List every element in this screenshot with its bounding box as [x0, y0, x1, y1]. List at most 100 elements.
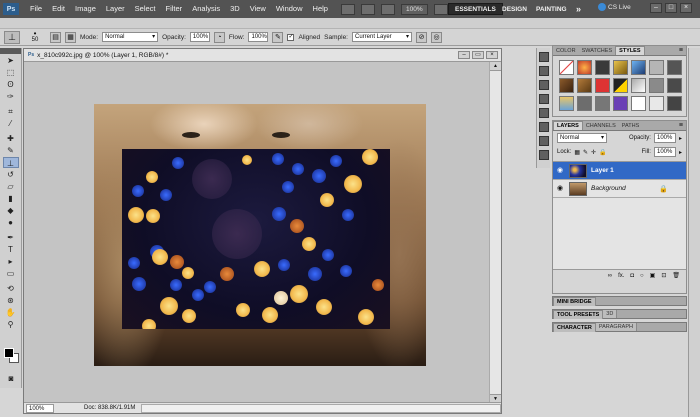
lock-all-icon[interactable]: 🔒	[599, 149, 606, 156]
history-brush-tool-icon[interactable]: ↺	[3, 169, 19, 180]
cs-live-button[interactable]: CS Live	[598, 3, 631, 11]
tab-paths[interactable]: PATHS	[619, 122, 643, 130]
eraser-tool-icon[interactable]: ▱	[3, 181, 19, 192]
marquee-tool-icon[interactable]: ⬚	[3, 67, 19, 78]
path-selection-tool-icon[interactable]: ▸	[3, 256, 19, 267]
document-size-info[interactable]: Doc: 838.8K/1.91M	[84, 405, 135, 411]
quick-selection-tool-icon[interactable]: ✑	[3, 91, 19, 102]
new-layer-icon[interactable]: ⊡	[661, 272, 666, 279]
fill-field[interactable]: 100%	[653, 147, 676, 157]
horizontal-scrollbar[interactable]	[141, 403, 501, 413]
adjustments-panel-icon[interactable]	[538, 80, 549, 90]
style-swatch[interactable]	[595, 60, 610, 75]
tab-tool-presets[interactable]: TOOL PRESETS	[553, 309, 604, 319]
blur-tool-icon[interactable]: ◆	[3, 205, 19, 216]
pen-tool-icon[interactable]: ✒	[3, 232, 19, 243]
lock-transparent-icon[interactable]: ▦	[574, 149, 580, 156]
pressure-opacity-icon[interactable]: ◔	[213, 31, 225, 43]
ignore-adjustment-layers-icon[interactable]: ⊘	[416, 31, 427, 43]
tab-swatches[interactable]: SWATCHES	[579, 47, 616, 55]
tab-color[interactable]: COLOR	[553, 47, 579, 55]
doc-minimize-icon[interactable]: –	[458, 51, 470, 59]
vertical-scrollbar[interactable]: ▲ ▼	[489, 62, 501, 403]
style-swatch[interactable]	[667, 96, 682, 111]
appbar-zoom-select[interactable]: 100%	[400, 3, 428, 15]
menu-window[interactable]: Window	[271, 0, 308, 18]
layer-opacity-field[interactable]: 100%	[653, 133, 676, 143]
layer-row-layer-1[interactable]: ◉ Layer 1	[553, 162, 686, 180]
healing-brush-tool-icon[interactable]: ✚	[3, 133, 19, 144]
lasso-tool-icon[interactable]: ʘ	[3, 79, 19, 90]
document-tab[interactable]: Ps x_810c992c.jpg @ 100% (Layer 1, RGB/8…	[24, 49, 501, 62]
dodge-tool-icon[interactable]: ●	[3, 217, 19, 228]
visibility-eye-icon[interactable]: ◉	[555, 184, 565, 194]
foreground-color-swatch[interactable]	[4, 348, 14, 358]
style-swatch[interactable]	[613, 60, 628, 75]
style-swatch[interactable]	[649, 96, 664, 111]
workspace-more-button[interactable]: »	[570, 3, 587, 15]
launch-mini-bridge-icon[interactable]	[360, 3, 375, 15]
style-swatch[interactable]	[577, 78, 592, 93]
visibility-eye-icon[interactable]: ◉	[555, 166, 565, 176]
close-icon[interactable]: ×	[680, 3, 692, 13]
style-swatch[interactable]	[631, 60, 646, 75]
history-panel-icon[interactable]	[538, 52, 549, 62]
gradient-tool-icon[interactable]: ▮	[3, 193, 19, 204]
launch-bridge-icon[interactable]	[340, 3, 355, 15]
menu-edit[interactable]: Edit	[47, 0, 70, 18]
airbrush-icon[interactable]: ✎	[272, 31, 284, 43]
info-panel-icon[interactable]	[538, 136, 549, 146]
3d-rotate-tool-icon[interactable]: ⟲	[3, 283, 19, 294]
style-swatch[interactable]	[577, 96, 592, 111]
clone-source-panel-icon[interactable]	[538, 122, 549, 132]
workspace-design-button[interactable]: DESIGN	[496, 3, 533, 15]
scroll-up-icon[interactable]: ▲	[490, 62, 501, 71]
3d-orbit-tool-icon[interactable]: ⊛	[3, 295, 19, 306]
style-swatch[interactable]	[631, 96, 646, 111]
menu-select[interactable]: Select	[130, 0, 161, 18]
style-swatch[interactable]	[613, 78, 628, 93]
quick-mask-icon[interactable]: ◙	[3, 373, 19, 384]
brush-preset-picker[interactable]: • 50	[24, 30, 46, 44]
style-swatch[interactable]	[649, 78, 664, 93]
masks-panel-icon[interactable]	[538, 94, 549, 104]
shape-tool-icon[interactable]: ▭	[3, 268, 19, 279]
style-swatch[interactable]	[667, 78, 682, 93]
menu-help[interactable]: Help	[308, 0, 333, 18]
adjustment-layer-icon[interactable]: ○	[640, 273, 644, 279]
eyedropper-tool-icon[interactable]: ⁄	[3, 118, 19, 129]
tab-layers[interactable]: LAYERS	[553, 121, 583, 130]
menu-analysis[interactable]: Analysis	[187, 0, 225, 18]
clone-source-icon[interactable]: ▦	[65, 31, 76, 43]
hand-tool-icon[interactable]	[433, 3, 448, 15]
lock-position-icon[interactable]: ✛	[591, 149, 596, 156]
brush-tool-icon[interactable]: ✎	[3, 145, 19, 156]
link-layers-icon[interactable]: ∞	[608, 273, 612, 279]
tab-mini-bridge[interactable]: MINI BRIDGE	[553, 296, 596, 306]
style-none-swatch[interactable]	[559, 60, 574, 75]
mini-bridge-panel[interactable]: MINI BRIDGE	[552, 296, 687, 306]
add-mask-icon[interactable]: ◘	[630, 273, 634, 279]
style-swatch[interactable]	[631, 78, 646, 93]
doc-restore-icon[interactable]: ▭	[472, 51, 484, 59]
style-swatch[interactable]	[577, 60, 592, 75]
tab-paragraph[interactable]: PARAGRAPH	[595, 323, 637, 331]
navigator-panel-icon[interactable]	[538, 150, 549, 160]
style-swatch[interactable]	[595, 78, 610, 93]
menu-filter[interactable]: Filter	[161, 0, 188, 18]
workspace-painting-button[interactable]: PAINTING	[530, 3, 573, 15]
tab-3d[interactable]: 3D	[603, 310, 618, 318]
panel-menu-icon[interactable]: ≡	[679, 121, 686, 130]
workspace-essentials-button[interactable]: ESSENTIALS	[448, 3, 503, 15]
style-swatch[interactable]	[559, 96, 574, 111]
zoom-tool-icon[interactable]: ⚲	[3, 319, 19, 330]
sample-select[interactable]: Current Layer ▾	[352, 32, 412, 42]
actions-panel-icon[interactable]	[538, 66, 549, 76]
menu-view[interactable]: View	[245, 0, 271, 18]
blend-mode-select[interactable]: Normal ▾	[557, 133, 607, 143]
lock-image-icon[interactable]: ✎	[583, 149, 588, 156]
move-tool-icon[interactable]: ➤	[3, 55, 19, 66]
chevron-right-icon[interactable]: ▸	[679, 149, 682, 156]
style-swatch[interactable]	[595, 96, 610, 111]
canvas-area[interactable]	[24, 62, 489, 403]
